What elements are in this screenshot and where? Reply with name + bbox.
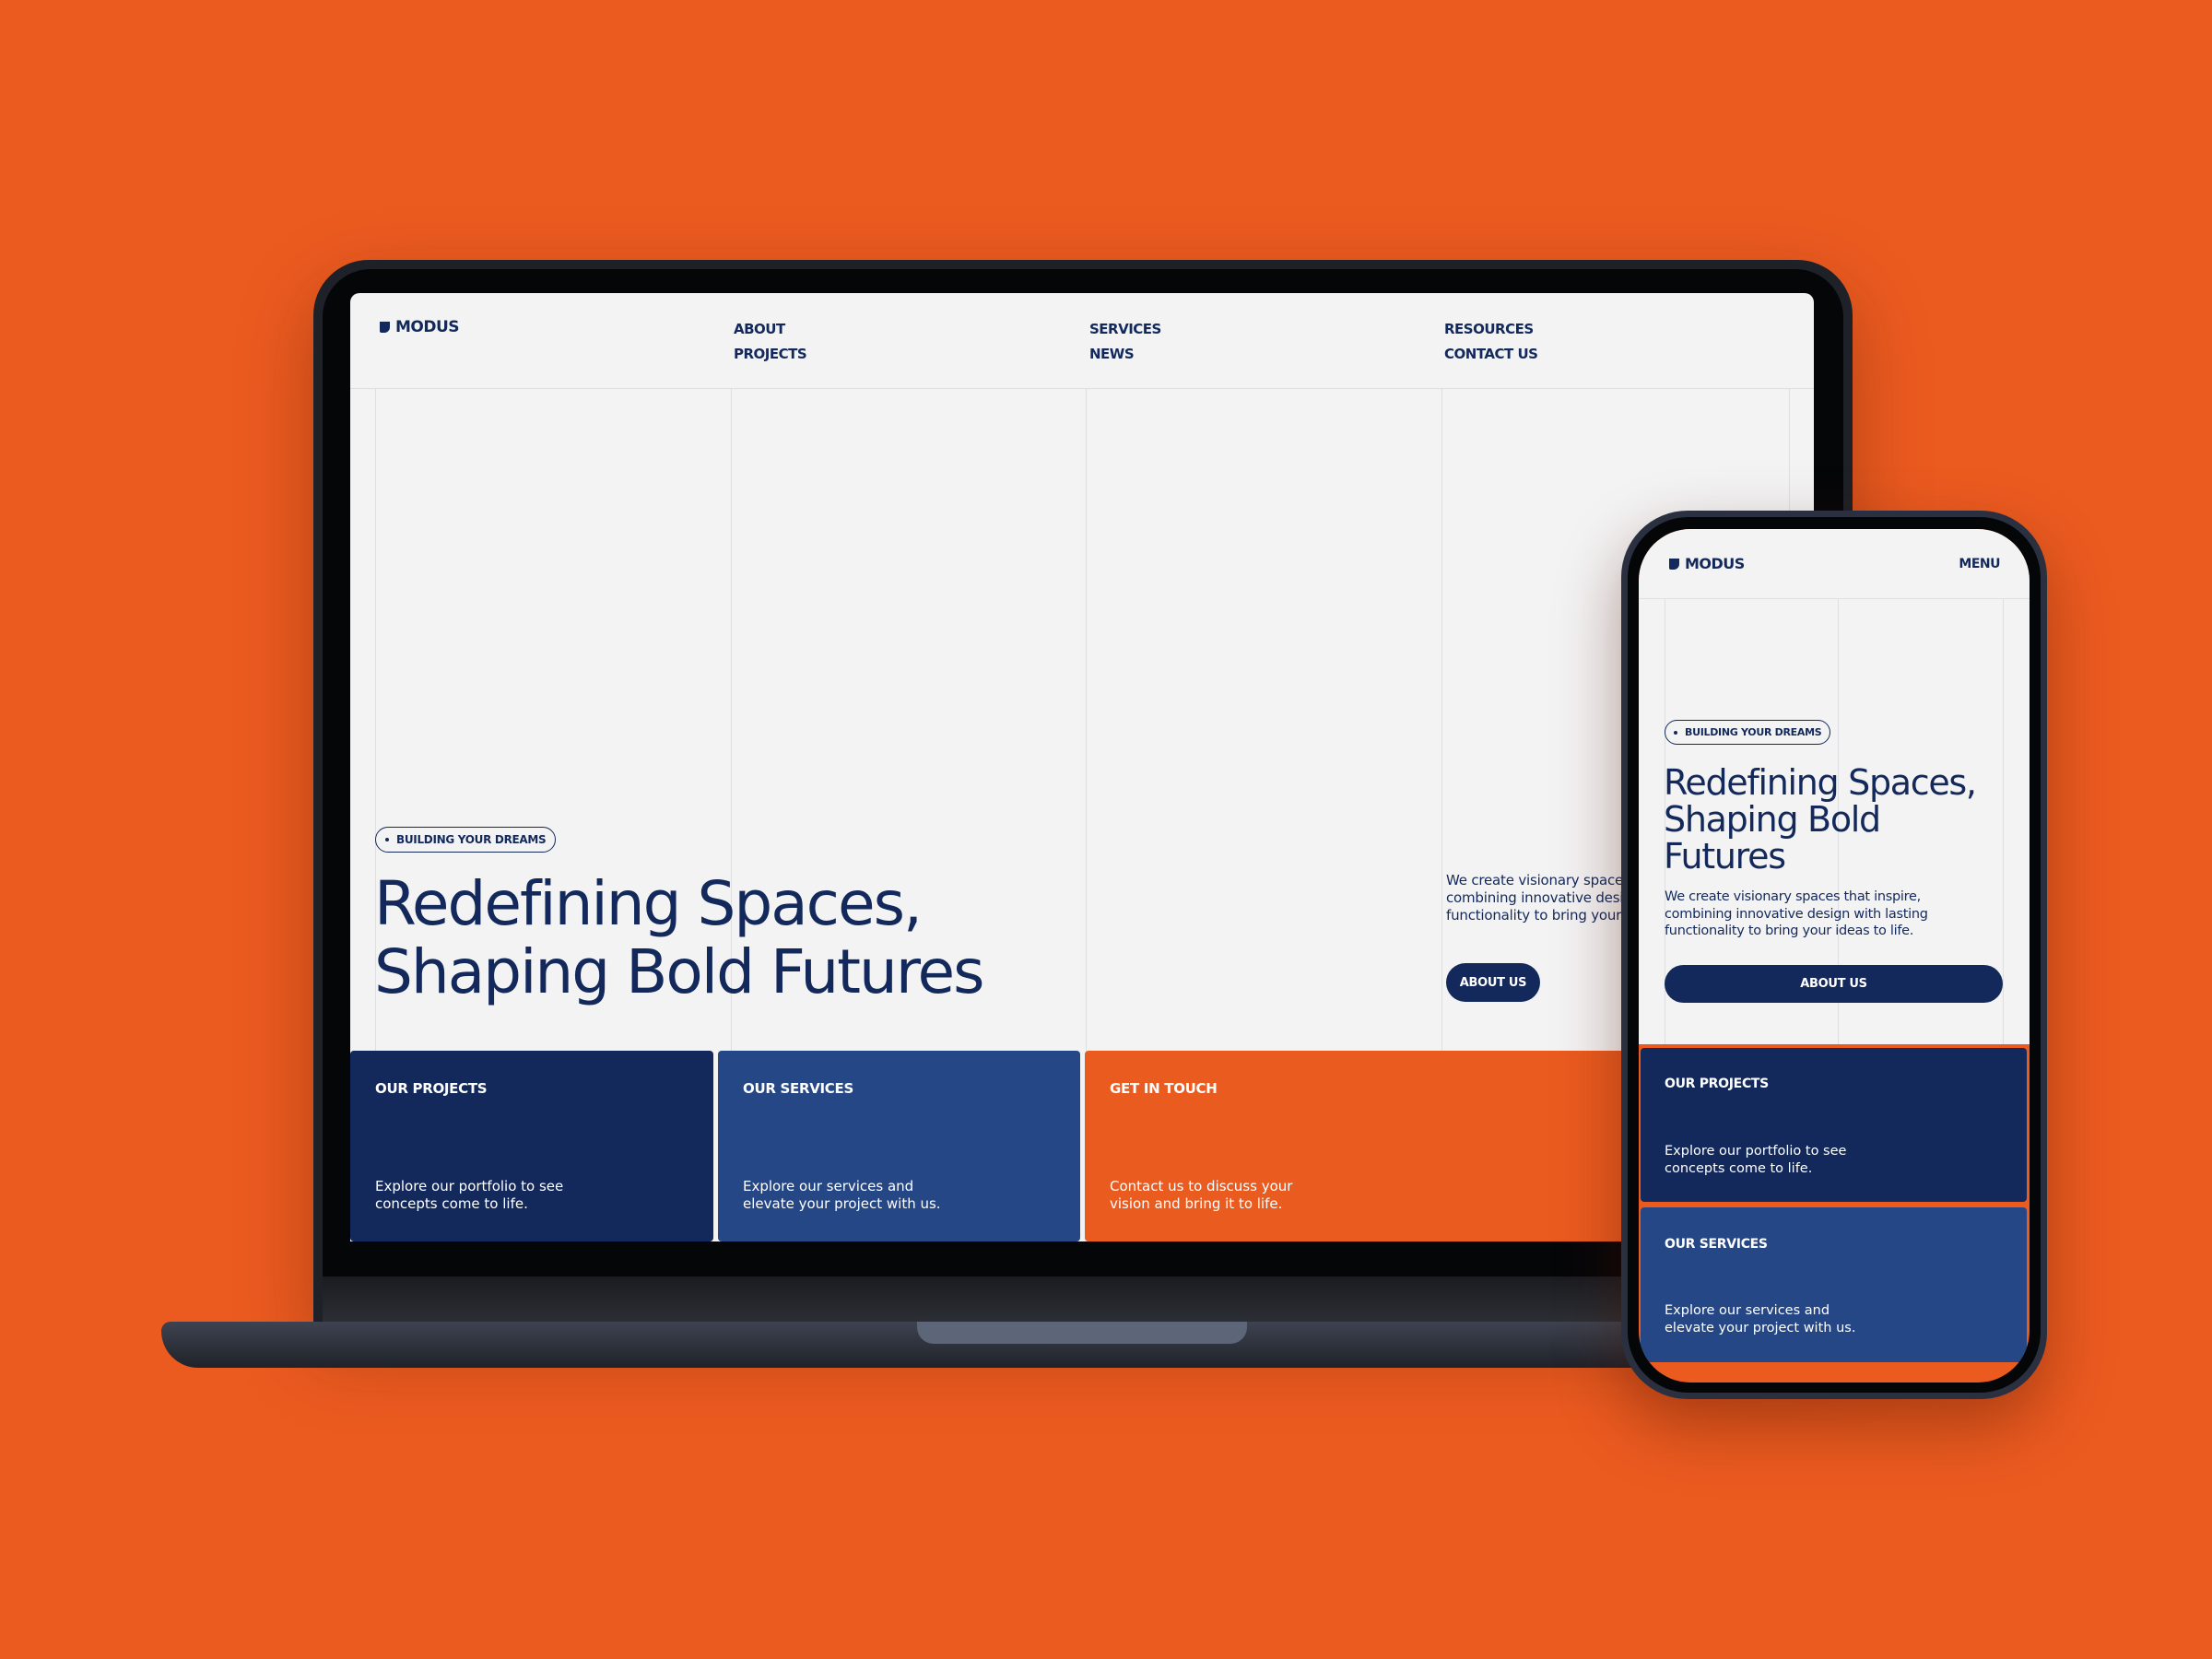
badge-text: BUILDING YOUR DREAMS <box>1685 726 1822 738</box>
hero-badge: BUILDING YOUR DREAMS <box>1665 720 1831 745</box>
card-our-services[interactable]: OUR SERVICES Explore our services and ele… <box>1641 1207 2027 1362</box>
card-title: OUR PROJECTS <box>1665 1077 1769 1091</box>
hero-title-line: Shaping Bold <box>1664 799 1881 840</box>
hero-title-line: Redefining Spaces, <box>1664 762 1977 803</box>
desktop-website: MODUS ABOUT PROJECTS SERVICES NEWS RESOU… <box>350 293 1814 1241</box>
hero-title: Redefining Spaces, Shaping Bold Futures <box>374 868 985 1007</box>
grid-line <box>2003 599 2004 1044</box>
card-our-projects[interactable]: OUR PROJECTS Explore our portfolio to se… <box>1641 1048 2027 1202</box>
brand-name: MODUS <box>1685 555 1745 572</box>
card-description: Contact us to discuss your vision and bri… <box>1110 1178 1293 1212</box>
hero-badge: BUILDING YOUR DREAMS <box>375 827 557 853</box>
nav-services[interactable]: SERVICES <box>1089 321 1161 337</box>
hero-title-line: Shaping Bold Futures <box>374 936 985 1007</box>
brand-name: MODUS <box>395 318 460 336</box>
card-description: Explore our portfolio to see concepts com… <box>375 1178 564 1212</box>
card-title: GET IN TOUCH <box>1110 1080 1218 1097</box>
mobile-website: MODUS MENU BUILDING YOUR DREAMS Redefini… <box>1639 529 2030 1382</box>
card-title: OUR PROJECTS <box>375 1080 488 1097</box>
header-divider <box>1639 598 2030 599</box>
nav-about[interactable]: ABOUT <box>734 321 785 337</box>
laptop-chin <box>323 1277 1843 1323</box>
header-divider <box>350 388 1814 389</box>
bullet-icon <box>1674 730 1677 735</box>
about-us-button[interactable]: ABOUT US <box>1446 963 1540 1002</box>
card-description: Explore our services and elevate your pro… <box>743 1178 941 1212</box>
bullet-icon <box>385 838 389 841</box>
hero-description: We create visionary spaces that inspire,… <box>1665 889 1928 938</box>
shield-logo-icon <box>1669 558 1679 570</box>
card-title: OUR SERVICES <box>743 1080 853 1097</box>
card-title: OUR SERVICES <box>1665 1237 1768 1252</box>
card-description: Explore our portfolio to see concepts com… <box>1665 1144 1847 1176</box>
nav-resources[interactable]: RESOURCES <box>1444 321 1534 337</box>
hero-title-line: Futures <box>1664 836 1786 877</box>
menu-button[interactable]: MENU <box>1959 557 2000 571</box>
shield-logo-icon <box>380 322 390 333</box>
card-description: Explore our services and elevate your pro… <box>1665 1303 1856 1335</box>
card-our-services[interactable]: OUR SERVICES Explore our services and ele… <box>718 1051 1080 1241</box>
nav-contact-us[interactable]: CONTACT US <box>1444 346 1538 362</box>
hero-title-line: Redefining Spaces, <box>374 868 923 939</box>
nav-projects[interactable]: PROJECTS <box>734 346 807 362</box>
logo[interactable]: MODUS <box>380 318 460 336</box>
badge-text: BUILDING YOUR DREAMS <box>396 833 547 846</box>
logo[interactable]: MODUS <box>1669 555 1745 572</box>
hero-title: Redefining Spaces, Shaping Bold Futures <box>1664 762 1977 877</box>
about-us-button[interactable]: ABOUT US <box>1665 965 2003 1003</box>
nav-news[interactable]: NEWS <box>1089 346 1135 362</box>
card-our-projects[interactable]: OUR PROJECTS Explore our portfolio to se… <box>350 1051 713 1241</box>
laptop-notch <box>917 1322 1247 1344</box>
